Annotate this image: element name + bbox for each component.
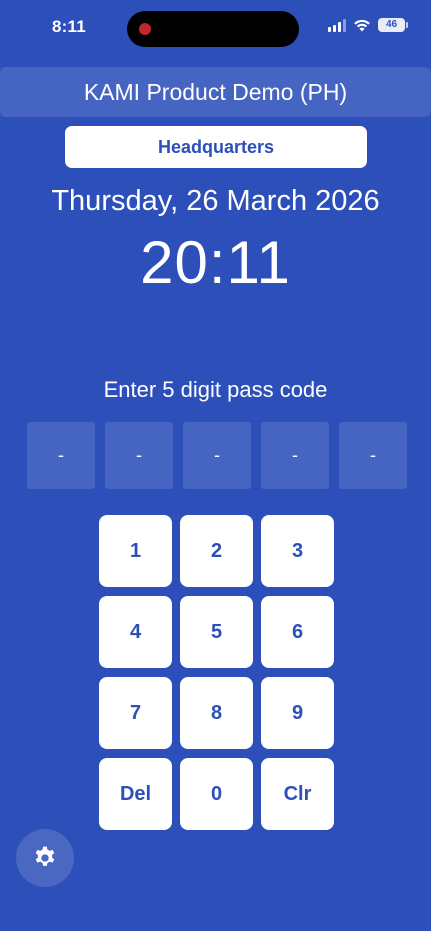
delete-key[interactable]: Del <box>99 758 172 830</box>
passcode-digit-2: - <box>105 422 173 489</box>
keypad: 1 2 3 4 5 6 7 8 9 Del 0 Clr <box>99 515 334 830</box>
key-6[interactable]: 6 <box>261 596 334 668</box>
battery-icon: 46 <box>378 18 408 32</box>
passcode-digit-5: - <box>339 422 407 489</box>
key-0[interactable]: 0 <box>180 758 253 830</box>
dynamic-island <box>127 11 299 47</box>
location-button[interactable]: Headquarters <box>65 126 367 168</box>
passcode-digit-4: - <box>261 422 329 489</box>
clear-key[interactable]: Clr <box>261 758 334 830</box>
passcode-digit-1: - <box>27 422 95 489</box>
company-name: KAMI Product Demo (PH) <box>0 67 431 117</box>
key-7[interactable]: 7 <box>99 677 172 749</box>
status-time: 8:11 <box>52 17 86 36</box>
status-icons: 46 <box>328 18 408 32</box>
key-3[interactable]: 3 <box>261 515 334 587</box>
current-date: Thursday, 26 March 2026 <box>51 185 380 217</box>
key-8[interactable]: 8 <box>180 677 253 749</box>
key-2[interactable]: 2 <box>180 515 253 587</box>
status-bar: 8:11 46 <box>0 0 431 56</box>
key-4[interactable]: 4 <box>99 596 172 668</box>
recording-dot-icon <box>139 23 151 35</box>
key-9[interactable]: 9 <box>261 677 334 749</box>
wifi-icon <box>353 18 371 32</box>
cellular-signal-icon <box>328 18 346 32</box>
gear-icon <box>35 846 55 866</box>
passcode-digit-3: - <box>183 422 251 489</box>
current-time: 20:11 <box>140 229 291 296</box>
passcode-boxes: - - - - - <box>27 422 407 489</box>
settings-button[interactable] <box>16 829 74 887</box>
passcode-prompt: Enter 5 digit pass code <box>103 377 328 402</box>
key-1[interactable]: 1 <box>99 515 172 587</box>
key-5[interactable]: 5 <box>180 596 253 668</box>
